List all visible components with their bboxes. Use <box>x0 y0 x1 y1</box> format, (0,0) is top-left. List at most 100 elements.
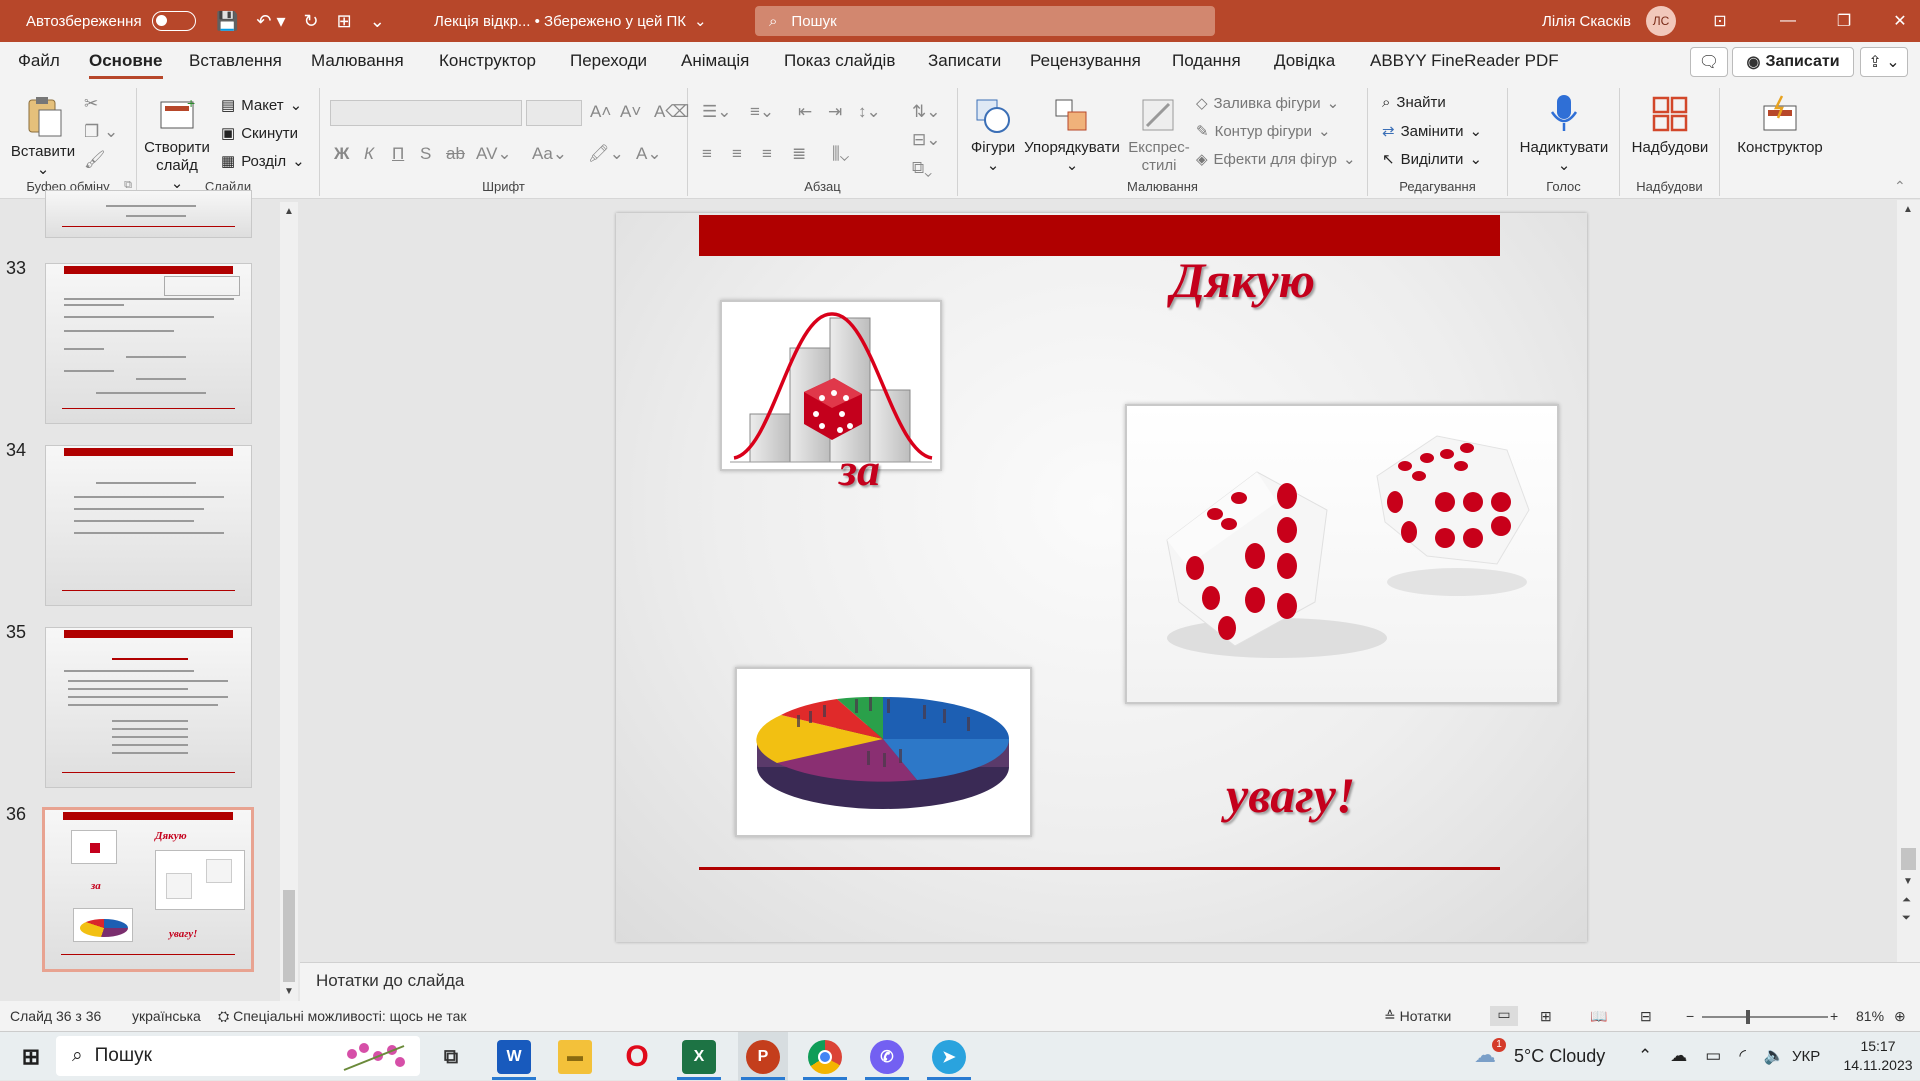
arrange-button[interactable]: Упорядкувати ⌄ <box>1022 96 1122 175</box>
notes-toggle[interactable]: ≙ Нотатки <box>1384 1008 1451 1025</box>
presentation-icon[interactable]: ⊞ <box>337 11 352 32</box>
increase-indent-icon[interactable]: ⇥ <box>828 102 842 122</box>
bullets-icon[interactable]: ☰⌄ <box>702 102 731 122</box>
dice-photo[interactable] <box>1125 404 1559 704</box>
file-explorer-icon[interactable]: ▬ <box>558 1040 592 1074</box>
replace-button[interactable]: ⇄ Замінити ⌄ <box>1382 122 1482 141</box>
input-language[interactable]: УКР <box>1792 1048 1820 1065</box>
tab-review[interactable]: Рецензування <box>1030 51 1141 71</box>
designer-button[interactable]: Конструктор <box>1726 94 1834 157</box>
opera-icon[interactable]: O <box>620 1040 654 1074</box>
layout-button[interactable]: ▤ Макет ⌄ <box>221 96 302 115</box>
decrease-indent-icon[interactable]: ⇤ <box>798 102 812 122</box>
weather-text[interactable]: 5°C Cloudy <box>1514 1046 1605 1067</box>
align-text-icon[interactable]: ⊟⌄ <box>912 130 941 150</box>
dictate-button[interactable]: Надиктувати ⌄ <box>1512 92 1616 175</box>
comments-button[interactable]: 🗨 <box>1690 47 1728 77</box>
tab-slideshow[interactable]: Показ слайдів <box>784 51 895 71</box>
scroll-up-icon[interactable]: ▲ <box>1903 204 1913 215</box>
align-right-icon[interactable]: ≡ <box>762 144 772 164</box>
accessibility-status[interactable]: ⛭ Спеціальні можливості: щось не так <box>218 1008 467 1025</box>
quick-styles-button[interactable]: Експрес-стилі <box>1124 96 1194 175</box>
powerpoint-icon[interactable]: P <box>746 1040 780 1074</box>
thumbnail-34[interactable] <box>45 445 252 606</box>
change-case-icon[interactable]: Aa⌄ <box>532 144 567 164</box>
slide-word-attention[interactable]: увагу! <box>1226 766 1355 824</box>
viber-icon[interactable]: ✆ <box>870 1040 904 1074</box>
telegram-icon[interactable]: ➤ <box>932 1040 966 1074</box>
next-slide-icon[interactable]: ⏷ <box>1902 912 1911 925</box>
underline-icon[interactable]: П <box>392 144 404 164</box>
thumbnail-scrollbar[interactable]: ▲ ▼ <box>280 202 298 1002</box>
pie-chart-image[interactable] <box>735 667 1032 837</box>
collapse-ribbon-icon[interactable]: ⌃ <box>1894 178 1906 195</box>
line-spacing-icon[interactable]: ↕⌄ <box>858 102 881 122</box>
slide-sorter-icon[interactable]: ⊞ <box>1540 1008 1552 1025</box>
align-center-icon[interactable]: ≡ <box>732 144 742 164</box>
section-button[interactable]: ▦ Розділ ⌄ <box>221 152 305 171</box>
editor-scrollbar[interactable]: ▲ ▼ ⏶ ⏷ <box>1897 200 1920 1000</box>
user-name[interactable]: Лілія Скасків <box>1542 0 1631 42</box>
onedrive-icon[interactable]: ☁ <box>1670 1046 1687 1066</box>
shape-fill-button[interactable]: ◇ Заливка фігури ⌄ <box>1196 94 1339 113</box>
copy-icon[interactable]: ❐ ⌄ <box>84 122 118 142</box>
tab-transitions[interactable]: Переходи <box>570 51 647 71</box>
ribbon-display-icon[interactable]: ⊡ <box>1692 0 1748 42</box>
justify-icon[interactable]: ≣ <box>792 144 806 164</box>
shadow-icon[interactable]: S <box>420 144 431 164</box>
thumbnail-33[interactable] <box>45 263 252 424</box>
italic-icon[interactable]: К <box>364 144 374 164</box>
excel-icon[interactable]: X <box>682 1040 716 1074</box>
tab-design[interactable]: Конструктор <box>439 51 536 71</box>
tab-insert[interactable]: Вставлення <box>189 51 282 71</box>
select-button[interactable]: ↖ Виділити ⌄ <box>1382 150 1482 169</box>
zoom-out-icon[interactable]: − <box>1686 1008 1694 1024</box>
slideshow-view-icon[interactable]: ⊟ <box>1640 1008 1652 1025</box>
addins-button[interactable]: Надбудови <box>1626 94 1714 157</box>
wifi-icon[interactable]: ◜ <box>1739 1046 1746 1066</box>
slide-word-for[interactable]: за <box>839 443 880 496</box>
reading-view-icon[interactable]: 📖 <box>1590 1008 1607 1025</box>
format-painter-icon[interactable]: 🖌 <box>84 150 106 170</box>
shape-outline-button[interactable]: ✎ Контур фігури ⌄ <box>1196 122 1331 141</box>
zoom-slider-track[interactable] <box>1702 1010 1828 1024</box>
thumbnail-36[interactable]: Дякую за увагу! <box>42 807 254 972</box>
thumbnail-35[interactable] <box>45 627 252 788</box>
shapes-button[interactable]: Фігури ⌄ <box>968 96 1018 175</box>
word-icon[interactable]: W <box>497 1040 531 1074</box>
decrease-font-icon[interactable]: A˅ <box>620 102 641 122</box>
slide-word-thank-you[interactable]: Дякую <box>1171 251 1315 309</box>
fit-to-window-icon[interactable]: ⊕ <box>1894 1008 1906 1025</box>
clock[interactable]: 15:17 14.11.2023 <box>1840 1037 1916 1075</box>
document-title[interactable]: Лекція відкр... • Збережено у цей ПК ⌄ <box>434 0 707 42</box>
record-button[interactable]: ◉ Записати <box>1732 47 1854 77</box>
windows-start-icon[interactable]: ⊞ <box>14 1040 48 1074</box>
restore-icon[interactable]: ❐ <box>1816 0 1872 42</box>
autosave[interactable]: Автозбереження <box>26 0 196 42</box>
search-box[interactable]: ⌕ Пошук <box>755 6 1215 36</box>
slide-canvas[interactable]: Дякую за увагу! <box>616 213 1587 942</box>
redo-icon[interactable]: ↻ <box>304 11 319 32</box>
numbering-icon[interactable]: ≡⌄ <box>750 102 774 122</box>
volume-icon[interactable]: 🔈 <box>1764 1046 1785 1066</box>
battery-icon[interactable]: ▭ <box>1705 1046 1721 1066</box>
autosave-toggle[interactable] <box>151 11 196 31</box>
tab-file[interactable]: Файл <box>18 51 60 71</box>
cut-icon[interactable]: ✂ <box>84 94 98 114</box>
increase-font-icon[interactable]: A˄ <box>590 102 611 122</box>
highlight-icon[interactable]: 🖍⌄ <box>588 144 624 164</box>
char-spacing-icon[interactable]: AV⌄ <box>476 144 512 164</box>
zoom-level[interactable]: 81% <box>1856 1008 1884 1024</box>
text-direction-icon[interactable]: ⇅⌄ <box>912 102 941 122</box>
share-button[interactable]: ⇪ ⌄ <box>1860 47 1908 77</box>
tab-animations[interactable]: Анімація <box>681 51 749 71</box>
scroll-up-icon[interactable]: ▲ <box>284 206 294 217</box>
taskbar-search[interactable]: ⌕ Пошук <box>56 1036 420 1076</box>
scrollbar-thumb[interactable] <box>1901 848 1916 870</box>
task-view-icon[interactable]: ⧉ <box>434 1040 468 1074</box>
chevron-up-icon[interactable]: ⌃ <box>1638 1046 1652 1066</box>
tab-draw[interactable]: Малювання <box>311 51 404 71</box>
save-icon[interactable]: 💾 <box>216 11 238 32</box>
previous-slide-icon[interactable]: ⏶ <box>1902 894 1911 907</box>
strikethrough-icon[interactable]: ab <box>446 144 465 164</box>
